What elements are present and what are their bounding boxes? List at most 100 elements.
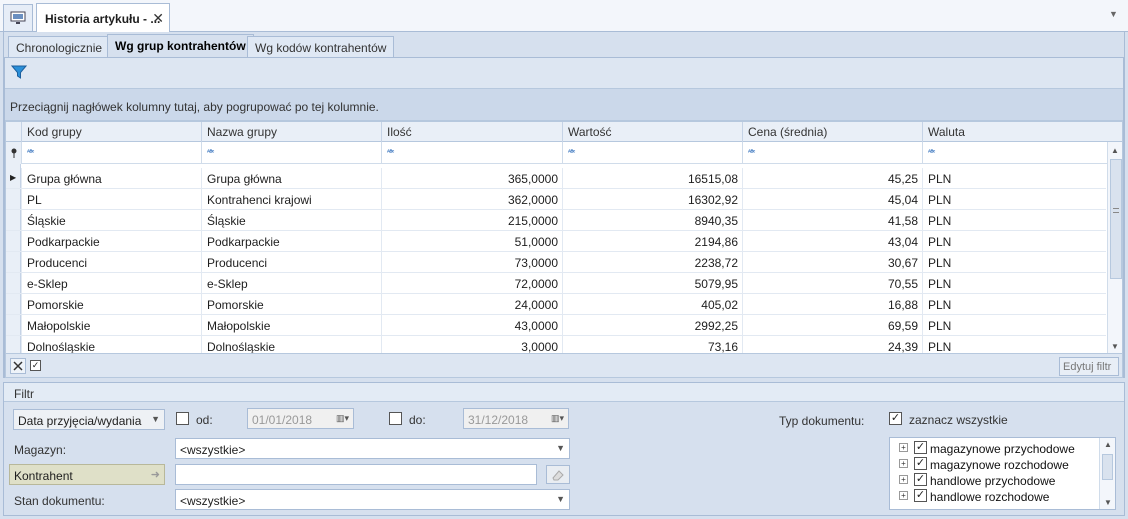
group-by-panel[interactable]: Przeciągnij nagłówek kolumny tutaj, aby … — [5, 88, 1123, 121]
date-from-checkbox[interactable] — [176, 412, 189, 425]
table-cell[interactable]: 45,04 — [742, 189, 922, 210]
scrollbar-thumb[interactable] — [1110, 159, 1122, 279]
warehouse-select[interactable]: <wszystkie> ▼ — [175, 438, 570, 459]
chevron-down-icon[interactable]: ▼ — [1109, 9, 1121, 21]
table-cell[interactable]: PLN — [922, 168, 1107, 189]
doc-type-checkbox[interactable]: ✓ — [914, 441, 927, 454]
table-cell[interactable]: Grupa główna — [21, 168, 201, 189]
table-cell[interactable]: 362,0000 — [381, 189, 562, 210]
table-cell[interactable]: 24,0000 — [381, 294, 562, 315]
filter-cell-value[interactable]: ᴬᴮᶜ — [562, 142, 742, 164]
table-cell[interactable]: PLN — [922, 189, 1107, 210]
expand-icon[interactable]: + — [899, 491, 908, 500]
column-header-group-code[interactable]: Kod grupy — [21, 122, 201, 142]
expand-icon[interactable]: + — [899, 459, 908, 468]
table-cell[interactable]: Producenci — [201, 252, 381, 273]
table-cell[interactable]: 41,58 — [742, 210, 922, 231]
filter-cell-currency[interactable]: ᴬᴮᶜ — [922, 142, 1107, 164]
date-from-input[interactable]: 01/01/2018 ▥▾ — [247, 408, 354, 429]
table-cell[interactable]: PLN — [922, 210, 1107, 231]
contractor-button[interactable]: Kontrahent ➜ — [9, 464, 165, 485]
tab-by-contractor-groups[interactable]: Wg grup kontrahentów — [107, 34, 254, 58]
table-cell[interactable]: 2194,86 — [562, 231, 742, 252]
table-cell[interactable]: 30,67 — [742, 252, 922, 273]
table-cell[interactable]: PLN — [922, 231, 1107, 252]
table-row[interactable]: Śląskie Śląskie 215,0000 8940,35 41,58 PLN — [6, 210, 1106, 231]
table-cell[interactable]: 8940,35 — [562, 210, 742, 231]
date-to-input[interactable]: 31/12/2018 ▥▾ — [463, 408, 569, 429]
column-header-group-name[interactable]: Nazwa grupy — [201, 122, 381, 142]
contractor-input[interactable] — [175, 464, 537, 485]
table-cell[interactable]: 51,0000 — [381, 231, 562, 252]
table-cell[interactable]: Dolnośląskie — [201, 336, 381, 353]
table-row[interactable]: Podkarpackie Podkarpackie 51,0000 2194,86 43… — [6, 231, 1106, 252]
table-cell[interactable]: e-Sklep — [21, 273, 201, 294]
table-cell[interactable]: 45,25 — [742, 168, 922, 189]
column-header-value[interactable]: Wartość — [562, 122, 742, 142]
doc-status-select[interactable]: <wszystkie> ▼ — [175, 489, 570, 510]
table-cell[interactable]: 72,0000 — [381, 273, 562, 294]
doc-type-list[interactable]: + ✓ magazynowe przychodowe + ✓ magazynow… — [889, 437, 1116, 510]
table-cell[interactable]: Podkarpackie — [201, 231, 381, 252]
date-to-checkbox[interactable] — [389, 412, 402, 425]
doc-type-checkbox[interactable]: ✓ — [914, 473, 927, 486]
date-type-select[interactable]: Data przyjęcia/wydania ▼ — [13, 409, 165, 430]
table-cell[interactable]: 16515,08 — [562, 168, 742, 189]
table-cell[interactable]: 365,0000 — [381, 168, 562, 189]
table-row[interactable]: Dolnośląskie Dolnośląskie 3,0000 73,16 24,39… — [6, 336, 1107, 353]
table-row[interactable]: Pomorskie Pomorskie 24,0000 405,02 16,88 PLN — [6, 294, 1106, 315]
doc-type-checkbox[interactable]: ✓ — [914, 457, 927, 470]
table-cell[interactable]: 43,0000 — [381, 315, 562, 336]
column-header-quantity[interactable]: Ilość — [381, 122, 562, 142]
doc-type-checkbox[interactable]: ✓ — [914, 489, 927, 502]
table-cell[interactable]: 24,39 — [742, 336, 922, 353]
clear-filter-button[interactable] — [10, 358, 26, 374]
table-cell[interactable]: 16,88 — [742, 294, 922, 315]
table-cell[interactable]: PLN — [922, 294, 1107, 315]
close-icon[interactable]: ✕ — [152, 10, 164, 27]
table-cell[interactable]: 70,55 — [742, 273, 922, 294]
scroll-down-arrow-icon[interactable]: ▼ — [1111, 342, 1119, 351]
table-cell[interactable]: Małopolskie — [201, 315, 381, 336]
grid-vertical-scrollbar[interactable]: ▲ ▼ — [1107, 142, 1122, 353]
table-cell[interactable]: 73,0000 — [381, 252, 562, 273]
table-cell[interactable]: 5079,95 — [562, 273, 742, 294]
filter-cell-quantity[interactable]: ᴬᴮᶜ — [381, 142, 562, 164]
expand-icon[interactable]: + — [899, 443, 908, 452]
table-cell[interactable]: 2992,25 — [562, 315, 742, 336]
table-cell[interactable]: e-Sklep — [201, 273, 381, 294]
table-cell[interactable]: 405,02 — [562, 294, 742, 315]
eraser-button[interactable] — [546, 465, 570, 484]
table-cell[interactable]: Grupa główna — [201, 168, 381, 189]
document-tab-item-history[interactable]: Historia artykułu - ... ✕ — [36, 3, 170, 32]
edit-filter-button[interactable]: Edytuj filtr — [1059, 357, 1119, 376]
filter-cell-avg-price[interactable]: ᴬᴮᶜ — [742, 142, 922, 164]
table-cell[interactable]: 16302,92 — [562, 189, 742, 210]
table-row[interactable]: ▶ Grupa główna Grupa główna 365,0000 16515,0… — [6, 168, 1106, 189]
scroll-up-arrow-icon[interactable]: ▲ — [1104, 440, 1112, 449]
expand-icon[interactable]: + — [899, 475, 908, 484]
table-cell[interactable]: PLN — [922, 273, 1107, 294]
column-header-avg-price[interactable]: Cena (średnia) — [742, 122, 922, 142]
table-cell[interactable]: PLN — [922, 252, 1107, 273]
table-cell[interactable]: Dolnośląskie — [21, 336, 201, 353]
table-cell[interactable]: Śląskie — [201, 210, 381, 231]
table-cell[interactable]: Śląskie — [21, 210, 201, 231]
table-cell[interactable]: PLN — [922, 315, 1107, 336]
table-cell[interactable]: Kontrahenci krajowi — [201, 189, 381, 210]
column-header-currency[interactable]: Waluta — [922, 122, 1107, 142]
scroll-up-arrow-icon[interactable]: ▲ — [1111, 146, 1119, 155]
table-cell[interactable]: PLN — [922, 336, 1107, 353]
table-row[interactable]: Małopolskie Małopolskie 43,0000 2992,25 69,5… — [6, 315, 1106, 336]
list-scrollbar[interactable]: ▲ ▼ — [1099, 438, 1115, 509]
table-cell[interactable]: Producenci — [21, 252, 201, 273]
table-cell[interactable]: 3,0000 — [381, 336, 562, 353]
select-all-checkbox[interactable]: ✓ — [889, 412, 902, 425]
table-row[interactable]: PL Kontrahenci krajowi 362,0000 16302,92 45,… — [6, 189, 1106, 210]
table-row[interactable]: e-Sklep e-Sklep 72,0000 5079,95 70,55 PLN — [6, 273, 1106, 294]
table-row[interactable]: Producenci Producenci 73,0000 2238,72 30,67 P… — [6, 252, 1106, 273]
scroll-down-arrow-icon[interactable]: ▼ — [1104, 498, 1112, 507]
table-cell[interactable]: Pomorskie — [201, 294, 381, 315]
desktop-tab[interactable] — [3, 4, 33, 31]
filter-funnel-icon[interactable] — [11, 64, 27, 80]
